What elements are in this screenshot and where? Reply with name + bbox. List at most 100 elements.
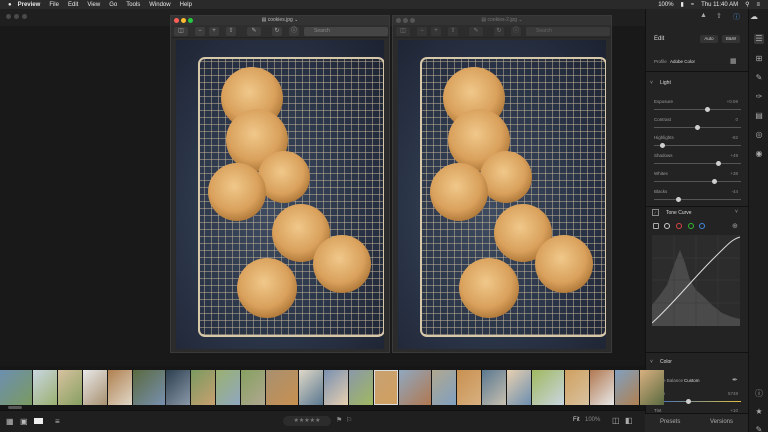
- keyword-icon[interactable]: ★: [754, 407, 764, 417]
- info-icon[interactable]: ⓘ: [289, 27, 299, 36]
- green-channel-button[interactable]: [688, 223, 694, 229]
- close-button[interactable]: [174, 18, 179, 23]
- slider-track[interactable]: [654, 399, 741, 404]
- menu-app-name[interactable]: Preview: [18, 2, 41, 8]
- slider-value[interactable]: 5748: [728, 391, 738, 396]
- slider-knob[interactable]: [686, 399, 692, 404]
- healing-brush-icon[interactable]: ✎: [754, 73, 764, 83]
- tone-curve-title[interactable]: Tone Curve: [666, 210, 692, 216]
- white-balance-dropdown[interactable]: Custom: [684, 378, 700, 383]
- slider-value[interactable]: +0.59: [727, 99, 738, 104]
- window-zoom-button[interactable]: [22, 14, 27, 19]
- slider-value[interactable]: -44: [731, 189, 738, 194]
- auto-button[interactable]: Auto: [700, 35, 718, 43]
- filmstrip-thumbnail[interactable]: [166, 370, 190, 405]
- brush-icon[interactable]: ✑: [754, 92, 764, 102]
- activity-icon[interactable]: ✎: [754, 425, 764, 432]
- rotate-icon[interactable]: ↻: [272, 27, 282, 36]
- versions-tab[interactable]: Versions: [710, 419, 733, 425]
- slider-track[interactable]: [654, 197, 741, 202]
- zoom-button[interactable]: [410, 18, 415, 23]
- slider-value[interactable]: 0: [735, 117, 738, 122]
- slider-knob[interactable]: [695, 125, 700, 130]
- filmstrip-thumbnail[interactable]: [374, 370, 398, 405]
- chevron-down-icon[interactable]: ˅: [735, 209, 738, 215]
- slider-value[interactable]: -82: [731, 135, 738, 140]
- filmstrip-thumbnail[interactable]: [565, 370, 589, 405]
- wifi-icon[interactable]: ≈: [691, 2, 694, 8]
- menubar-clock[interactable]: Thu 11:40 AM: [701, 2, 738, 8]
- window-close-button[interactable]: [6, 14, 11, 19]
- tone-curve-icon[interactable]: ∕: [652, 209, 659, 216]
- slider-track[interactable]: [654, 161, 741, 166]
- radial-gradient-icon[interactable]: ◎: [754, 130, 764, 140]
- menu-file[interactable]: File: [49, 2, 59, 8]
- light-section-title[interactable]: Light: [660, 80, 671, 86]
- filmstrip-scrollbar[interactable]: [8, 406, 22, 409]
- slider-value[interactable]: +38: [730, 171, 738, 176]
- apple-menu-icon[interactable]: ●: [8, 2, 12, 8]
- slider-knob[interactable]: [705, 107, 711, 112]
- target-adjust-icon[interactable]: ⊕: [732, 222, 738, 230]
- flag-pick-icon[interactable]: ⚑: [336, 416, 342, 424]
- share-icon[interactable]: ⇧: [226, 27, 236, 36]
- filmstrip-thumbnail[interactable]: [241, 370, 265, 405]
- filmstrip-thumbnail[interactable]: [432, 370, 456, 405]
- star-rating[interactable]: ★★★★★: [283, 416, 331, 426]
- tone-curve-graph[interactable]: [652, 235, 740, 326]
- presets-tab[interactable]: Presets: [660, 419, 680, 425]
- filmstrip-thumbnail[interactable]: [482, 370, 506, 405]
- slider-value[interactable]: +49: [730, 153, 738, 158]
- filmstrip-thumbnail[interactable]: [532, 370, 564, 405]
- zoom-level[interactable]: 100%: [585, 417, 600, 423]
- menu-tools[interactable]: Tools: [126, 2, 140, 8]
- rotate-icon[interactable]: ↻: [494, 27, 504, 36]
- red-eye-icon[interactable]: ◉: [754, 149, 764, 159]
- crop-icon[interactable]: ⊞: [754, 54, 764, 64]
- linear-gradient-icon[interactable]: ▤: [754, 111, 764, 121]
- filmstrip-thumbnail[interactable]: [266, 370, 298, 405]
- filmstrip-thumbnail[interactable]: [399, 370, 431, 405]
- grid-view-icon[interactable]: ▦: [6, 417, 14, 426]
- window-minimize-button[interactable]: [14, 14, 19, 19]
- search-input[interactable]: Search: [304, 27, 388, 36]
- filmstrip-thumbnail[interactable]: [324, 370, 348, 405]
- fit-button[interactable]: Fit: [573, 417, 580, 423]
- slider-track[interactable]: [654, 179, 741, 184]
- share-icon[interactable]: ⇧: [448, 27, 458, 36]
- square-grid-icon[interactable]: ▣: [20, 417, 28, 426]
- filmstrip-thumbnail[interactable]: [191, 370, 215, 405]
- slider-knob[interactable]: [675, 197, 681, 202]
- menu-go[interactable]: Go: [109, 2, 117, 8]
- slider-knob[interactable]: [660, 143, 666, 148]
- blue-channel-button[interactable]: [699, 223, 705, 229]
- zoom-out-icon[interactable]: −: [417, 27, 427, 36]
- compare-icon[interactable]: ◫: [612, 416, 620, 425]
- markup-icon[interactable]: ✎: [247, 27, 261, 36]
- filmstrip-thumbnail[interactable]: [640, 370, 664, 405]
- filmstrip-thumbnail[interactable]: [349, 370, 373, 405]
- edit-sliders-icon[interactable]: ☰: [754, 34, 764, 44]
- close-button[interactable]: [396, 18, 401, 23]
- filmstrip-thumbnail[interactable]: [590, 370, 614, 405]
- chevron-down-icon[interactable]: ˅: [650, 359, 653, 365]
- zoom-in-icon[interactable]: +: [209, 27, 219, 36]
- color-section-title[interactable]: Color: [660, 359, 672, 365]
- minimize-button[interactable]: [181, 18, 186, 23]
- bw-button[interactable]: B&W: [722, 35, 740, 43]
- filmstrip-thumbnail[interactable]: [299, 370, 323, 405]
- profile-browser-icon[interactable]: ▦: [730, 57, 737, 65]
- slider-knob[interactable]: [715, 161, 721, 166]
- flag-reject-icon[interactable]: ⚐: [346, 416, 352, 424]
- slider-track[interactable]: [654, 125, 741, 130]
- slider-track[interactable]: [654, 143, 741, 148]
- filmstrip-thumbnail[interactable]: [133, 370, 165, 405]
- zoom-out-icon[interactable]: −: [195, 27, 205, 36]
- sidebar-toggle-icon[interactable]: ◫: [174, 27, 188, 36]
- minimize-button[interactable]: [403, 18, 408, 23]
- menu-view[interactable]: View: [87, 2, 100, 8]
- spotlight-icon[interactable]: ⚲: [745, 1, 749, 8]
- point-curve-icon[interactable]: [653, 223, 659, 229]
- filmstrip-thumbnail[interactable]: [457, 370, 481, 405]
- share-icon[interactable]: ⇧: [716, 12, 722, 20]
